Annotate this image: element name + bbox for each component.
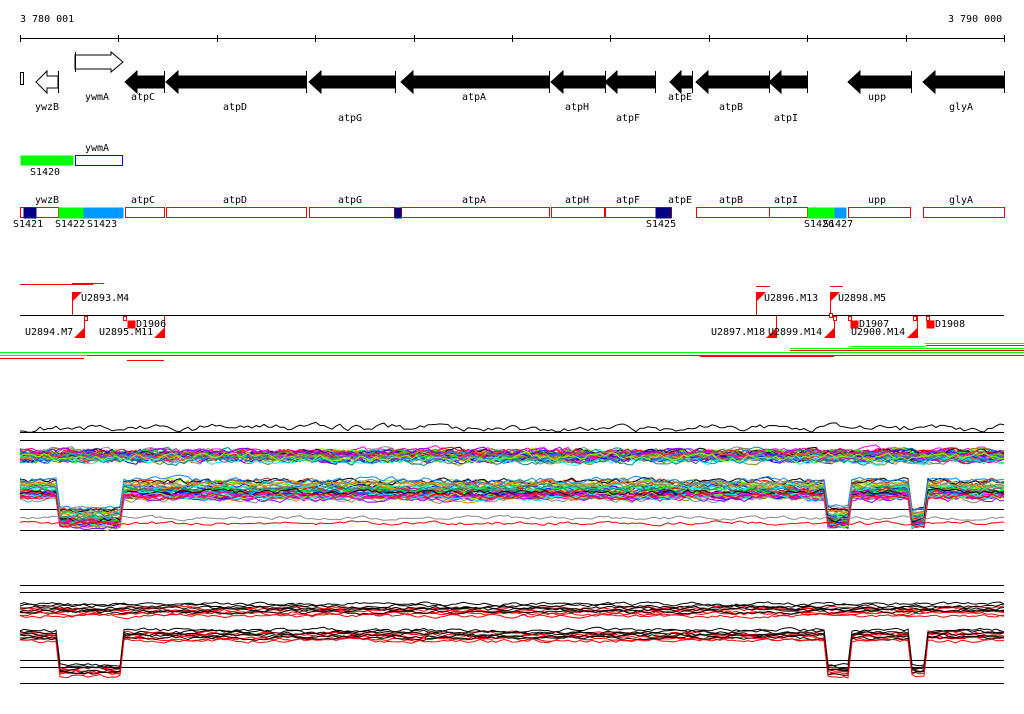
gene-box (166, 207, 307, 218)
segment-S1422 (58, 207, 84, 219)
gene-label-atpA[interactable]: atpA (462, 92, 486, 103)
seg-gene-label: atpB (718, 195, 744, 206)
seg-gene-label: ywzB (34, 195, 60, 206)
seg-gene-label: atpD (222, 195, 248, 206)
segment-S1425 (655, 207, 672, 219)
feature-marker (913, 316, 917, 321)
gene-arrow-atpA (400, 69, 550, 95)
feature-marker (829, 313, 833, 318)
gene-arrow-atpD (165, 69, 307, 95)
flag-down-icon (907, 328, 917, 338)
gene-arrow-atpE (669, 69, 693, 95)
feature-marker (848, 316, 852, 321)
seg-gene-label: atpG (337, 195, 363, 206)
gene-label-ywmA[interactable]: ywmA (85, 92, 109, 103)
feature-label[interactable]: D1906 (136, 319, 166, 330)
gene-box (769, 207, 808, 218)
feature-label[interactable]: U2896.M13 (764, 293, 818, 304)
gene-box (696, 207, 770, 218)
segment-S1423 (83, 207, 124, 219)
gene-arrow-atpH (550, 69, 606, 95)
seg-gene-label: glyA (948, 195, 974, 206)
seg-gene-label: atpA (461, 195, 487, 206)
segment-label: S1423 (87, 219, 118, 230)
segment-label-ywmA: ywmA (84, 143, 110, 154)
segment-label: S1421 (13, 219, 44, 230)
plot1-series-high (19, 421, 1005, 433)
segment-S1427 (834, 207, 847, 219)
feature-label[interactable]: D1907 (859, 319, 889, 330)
plot1-series-low (19, 514, 1005, 522)
feature-marker (833, 316, 837, 321)
gene-label-upp[interactable]: upp (868, 92, 886, 103)
gene-label-atpC[interactable]: atpC (131, 92, 155, 103)
gene-box (551, 207, 605, 218)
seg-gene-label: atpH (564, 195, 590, 206)
segment-S1426 (807, 207, 835, 219)
seg-gene-label: atpC (130, 195, 156, 206)
seg-gene-label: atpF (615, 195, 641, 206)
gene-box (401, 207, 550, 218)
gene-arrow-upp (847, 69, 912, 95)
gene-box (125, 207, 165, 218)
feature-label[interactable]: U2899.M14 (768, 327, 822, 338)
seg-gene-label: upp (867, 195, 887, 206)
gene-box (848, 207, 911, 218)
feature-marker (926, 316, 930, 321)
flag-down-icon (74, 328, 84, 338)
feature-label[interactable]: U2894.M7 (25, 327, 73, 338)
segment-S1420 (20, 155, 74, 166)
gene-arrow-atpG (308, 69, 396, 95)
gene-arrow-ywzB (35, 69, 59, 95)
seg-gene-label: atpE (667, 195, 693, 206)
gene-label-atpG[interactable]: atpG (338, 113, 362, 124)
segment-label-S1420: S1420 (29, 167, 61, 178)
gene-arrow-glyA (922, 69, 1005, 95)
feature-label[interactable]: U2898.M5 (838, 293, 886, 304)
gene-label-atpI[interactable]: atpI (774, 113, 798, 124)
tracks-canvas (0, 35, 1024, 684)
flag-down-icon (824, 328, 834, 338)
gene-box (923, 207, 1005, 218)
gene-label-ywzB[interactable]: ywzB (35, 102, 59, 113)
segment-S1421 (23, 207, 37, 219)
feature-marker (123, 316, 127, 321)
segment-label: S1427 (823, 219, 854, 230)
gene-arrow-atpC (124, 69, 165, 95)
gene-label-atpE[interactable]: atpE (668, 92, 692, 103)
gene-arrow-atpF (604, 69, 656, 95)
gene-arrow-ywmA (74, 50, 124, 74)
plot2-series-mid (19, 637, 1005, 679)
feature-label[interactable]: U2897.M18 (711, 327, 765, 338)
gene-arrow-atpI (768, 69, 808, 95)
genome-browser: 3 780 001 3 790 000 ywmA S1420 ywzB atpC… (0, 0, 1024, 714)
seg-gene-label: atpI (773, 195, 799, 206)
segment-label: S1422 (55, 219, 86, 230)
feature-label[interactable]: D1908 (935, 319, 965, 330)
feature-box (926, 320, 935, 329)
gene-arrow-atpB (695, 69, 770, 95)
gene-label-atpD[interactable]: atpD (223, 102, 247, 113)
plot1-series-low (19, 520, 1005, 527)
segment-navy (394, 207, 402, 219)
gene-label-glyA[interactable]: glyA (949, 102, 973, 113)
gene-ywzB-fragment (20, 72, 24, 85)
gene-label-atpB[interactable]: atpB (719, 102, 743, 113)
plot1-series-mid (19, 494, 1005, 532)
feature-label[interactable]: U2893.M4 (81, 293, 129, 304)
feature-marker (84, 316, 88, 321)
segment-label: S1425 (646, 219, 677, 230)
segment-ywmA (75, 155, 123, 166)
gene-box (309, 207, 395, 218)
gene-label-atpF[interactable]: atpF (616, 113, 640, 124)
gene-label-atpH[interactable]: atpH (565, 102, 589, 113)
